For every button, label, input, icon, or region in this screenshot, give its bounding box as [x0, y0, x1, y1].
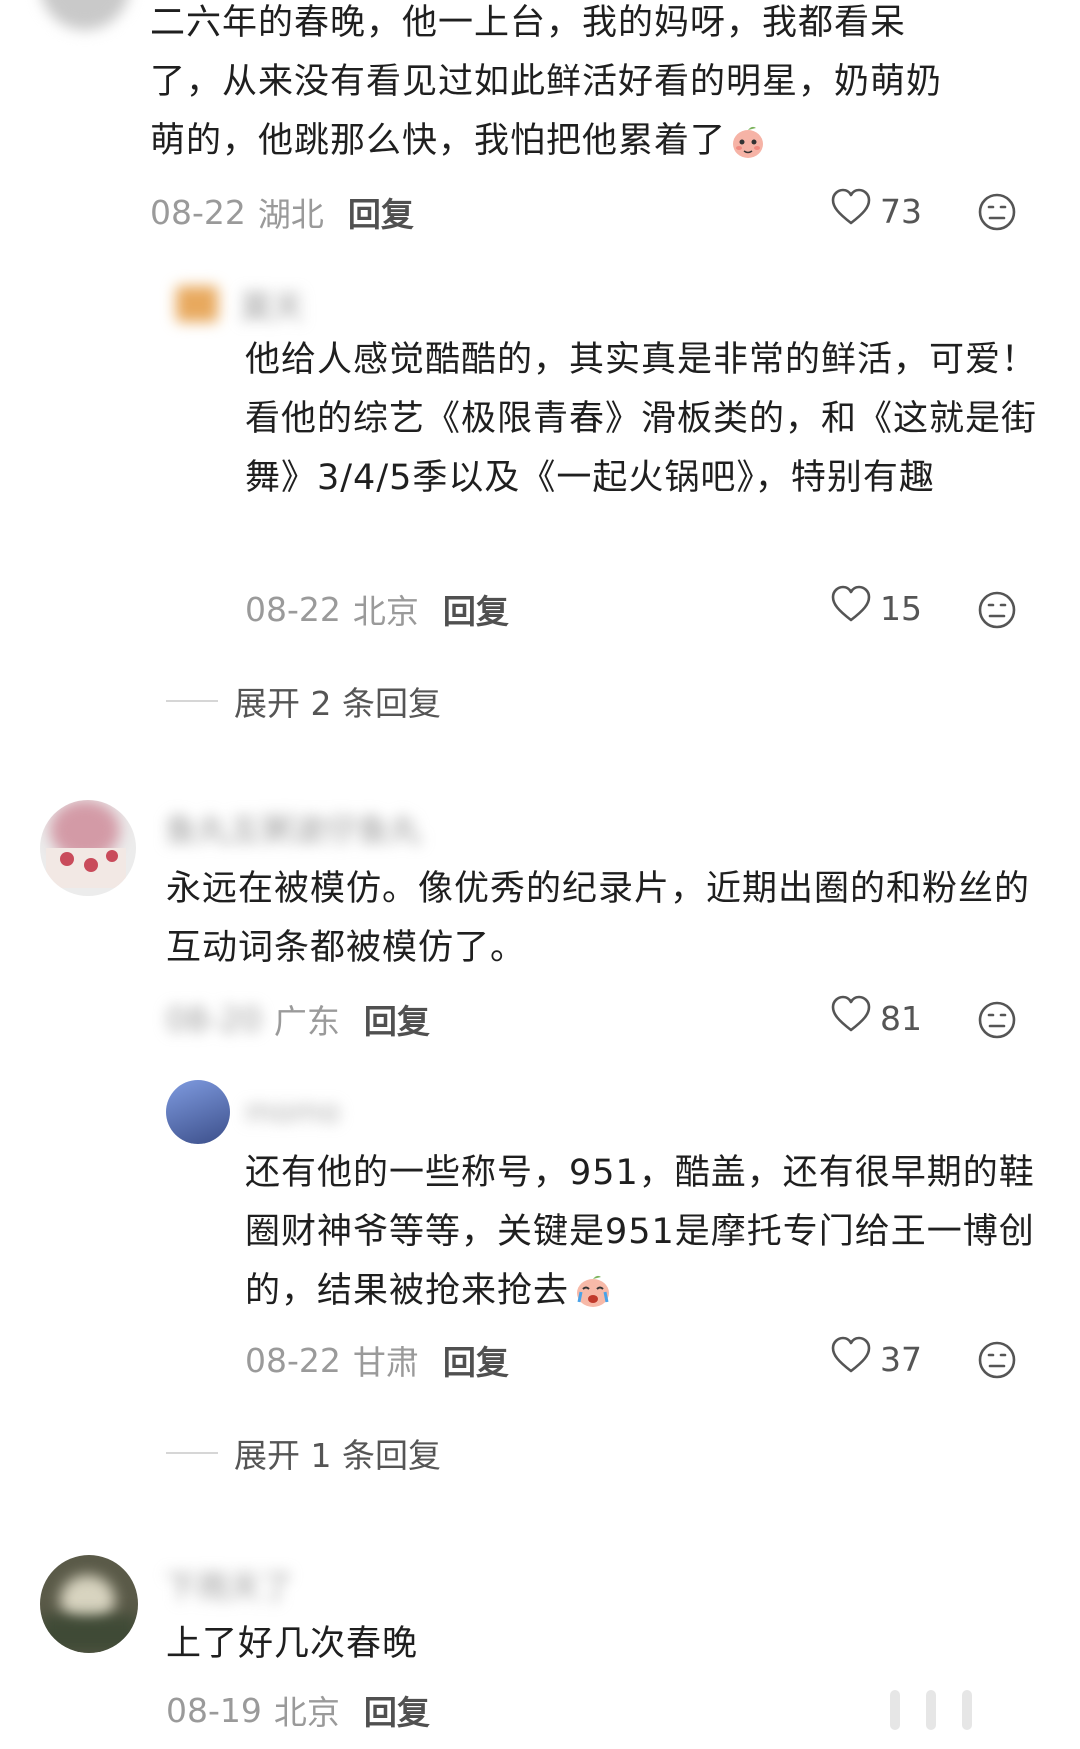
- comment-date: 08-22: [150, 192, 246, 232]
- username[interactable]: momo: [245, 1095, 340, 1130]
- username[interactable]: 下雨天了: [165, 1562, 293, 1608]
- comment-meta: 08-22 北京 回复: [245, 585, 509, 633]
- comment-text: 上了好几次春晚: [166, 1624, 419, 1664]
- comment-date: 08-22: [245, 589, 341, 629]
- comment-region: 甘肃: [352, 1343, 419, 1382]
- reply-button[interactable]: 回复: [443, 1336, 509, 1384]
- comment-text: 二六年的春晚，他一上台，我的妈呀，我都看呆了，从来没有看见过如此鲜活好看的明星，…: [150, 0, 950, 179]
- reply-text: 还有他的一些称号，951，酷盖，还有很早期的鞋圈财神爷等等，关键是951是摩托专…: [245, 1144, 1045, 1329]
- comment-region: 广东: [273, 1002, 340, 1041]
- heart-icon: [830, 585, 880, 631]
- avatar[interactable]: [176, 286, 218, 322]
- comment-date: 08-20: [166, 999, 262, 1039]
- divider: [166, 700, 218, 702]
- expand-replies-button[interactable]: 展开 1 条回复: [166, 1429, 441, 1477]
- reply-button[interactable]: 回复: [364, 1686, 430, 1734]
- comment-text: 永远在被模仿。像优秀的纪录片，近期出圈的和粉丝的互动词条都被模仿了。: [166, 869, 1031, 968]
- username[interactable]: 鱼丸五粥波仔鱼丸: [165, 805, 421, 851]
- comment-region: 湖北: [257, 195, 324, 234]
- username[interactable]: 莫天: [240, 282, 304, 328]
- reply-button[interactable]: 回复: [443, 585, 509, 633]
- avatar[interactable]: [40, 0, 130, 30]
- like-count: 37: [880, 1339, 922, 1379]
- like-button[interactable]: 81: [830, 995, 922, 1041]
- like-count: 15: [880, 588, 922, 628]
- dislike-face-icon[interactable]: [977, 1000, 1017, 1044]
- avatar[interactable]: [40, 800, 136, 896]
- like-button[interactable]: 37: [830, 1336, 922, 1382]
- peach-shy-emoji-icon: [730, 120, 766, 179]
- comment-date: 08-19: [166, 1690, 262, 1730]
- reply-button[interactable]: 回复: [364, 995, 430, 1043]
- comment-region: 北京: [352, 592, 419, 631]
- like-button[interactable]: 73: [830, 188, 922, 234]
- like-button[interactable]: 15: [830, 585, 922, 631]
- dislike-face-icon[interactable]: [977, 192, 1017, 236]
- heart-icon: [830, 1336, 880, 1382]
- expand-replies-button[interactable]: 展开 2 条回复: [166, 677, 441, 725]
- comment-meta: 08-22 湖北 回复: [150, 188, 414, 236]
- comment-meta: 08-22 甘肃 回复: [245, 1336, 509, 1384]
- avatar[interactable]: [166, 1080, 230, 1144]
- peach-cry-emoji-icon: [573, 1270, 613, 1329]
- comment-meta: 08-20 广东 回复: [166, 995, 430, 1043]
- divider: [166, 1452, 218, 1454]
- comment-region: 北京: [273, 1693, 340, 1732]
- avatar[interactable]: [40, 1555, 138, 1653]
- expand-replies-label: 展开 1 条回复: [234, 1436, 441, 1475]
- comment-meta: 08-19 北京 回复: [166, 1686, 430, 1734]
- comment-date: 08-22: [245, 1340, 341, 1380]
- dislike-face-icon[interactable]: [977, 1340, 1017, 1384]
- reply-button[interactable]: 回复: [348, 188, 414, 236]
- heart-icon: [830, 995, 880, 1041]
- dislike-face-icon[interactable]: [977, 590, 1017, 634]
- like-count: 81: [880, 998, 922, 1038]
- heart-icon: [830, 188, 880, 234]
- watermark-bars: [890, 1690, 972, 1730]
- like-count: 73: [880, 191, 922, 231]
- reply-text: 他给人感觉酷酷的，其实真是非常的鲜活，可爱！看他的综艺《极限青春》滑板类的，和《…: [245, 340, 1038, 498]
- expand-replies-label: 展开 2 条回复: [234, 684, 441, 723]
